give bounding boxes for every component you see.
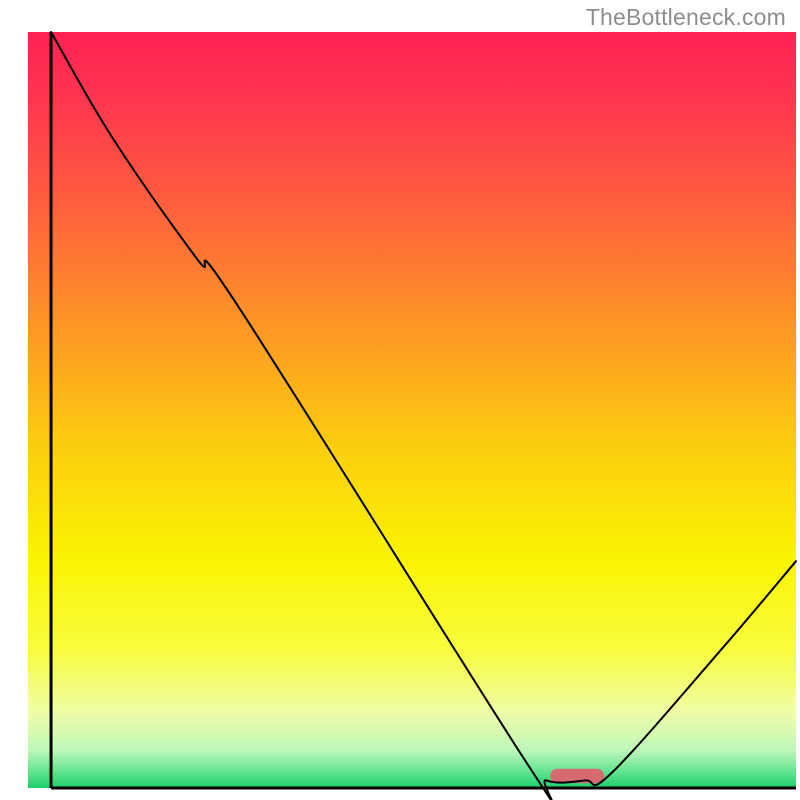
- bottleneck-chart: TheBottleneck.com: [0, 0, 800, 800]
- gradient-background: [28, 32, 796, 788]
- watermark-text: TheBottleneck.com: [586, 4, 786, 31]
- chart-canvas: [0, 0, 800, 800]
- plot-area: [28, 32, 796, 800]
